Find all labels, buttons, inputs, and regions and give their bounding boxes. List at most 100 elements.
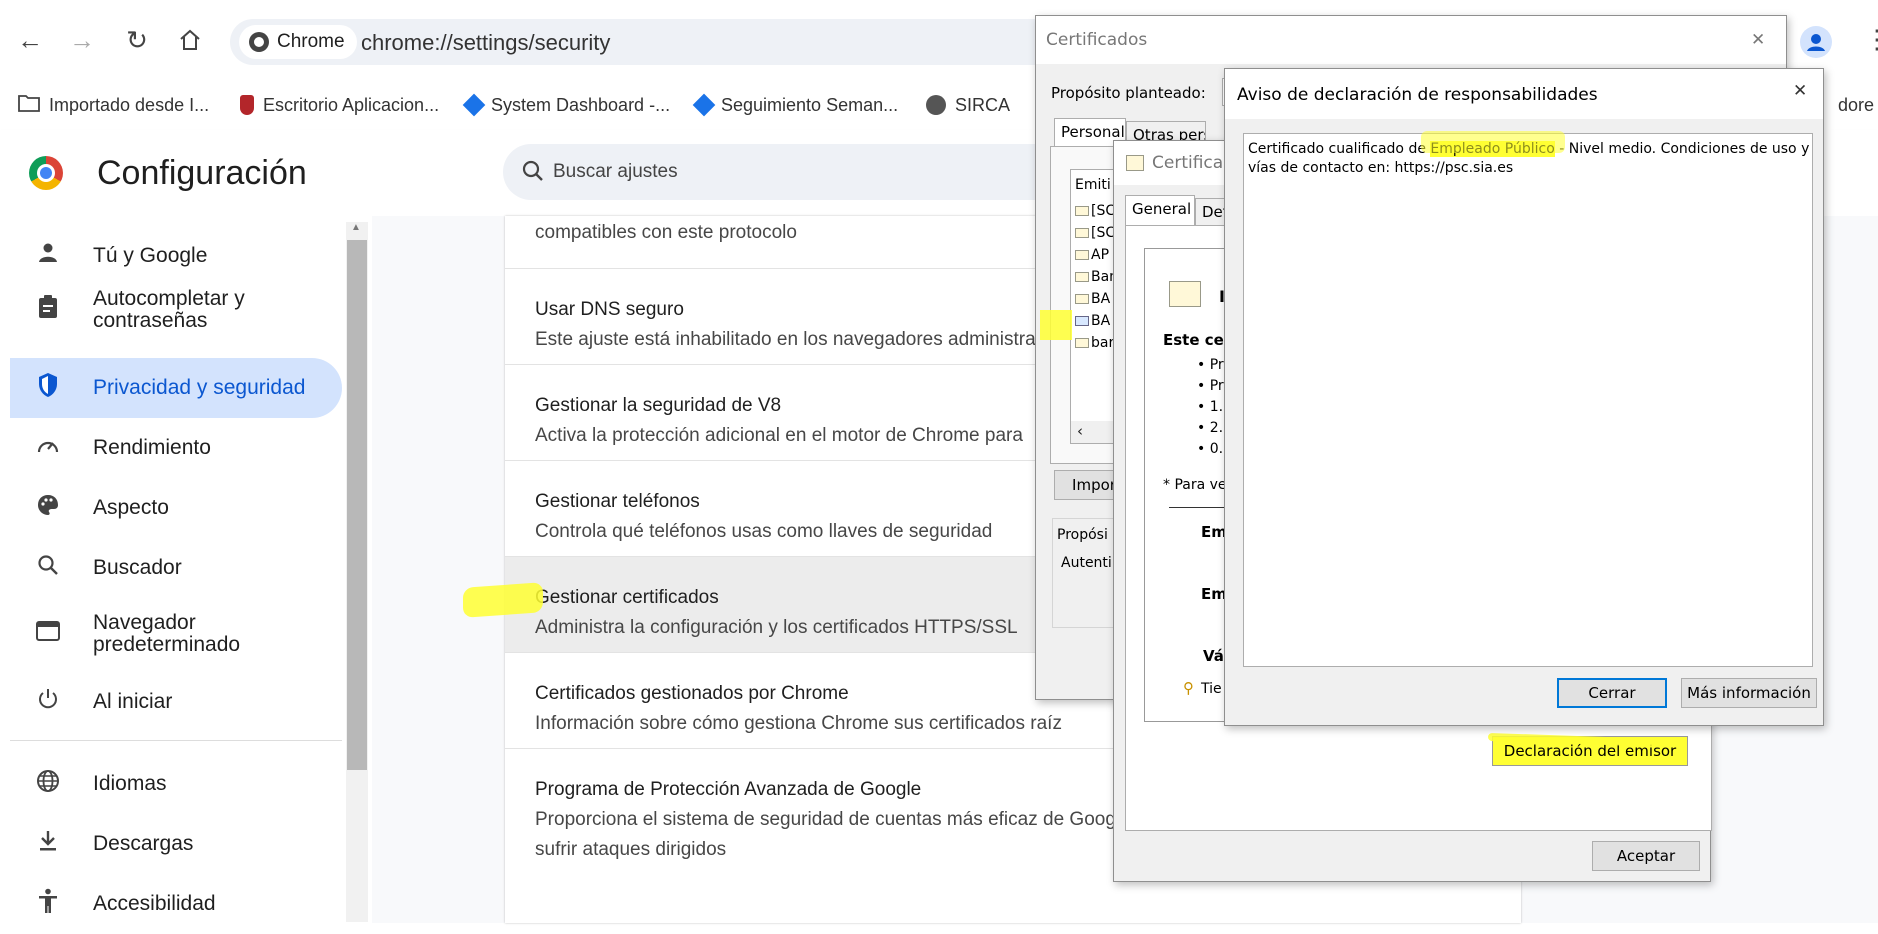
private-key-text: Tie [1201, 681, 1222, 697]
more-info-button[interactable]: Más información [1681, 678, 1817, 708]
row-description: Activa la protección adicional en el mot… [535, 425, 1023, 446]
row-title: Usar DNS seguro [535, 299, 684, 320]
search-placeholder: Buscar ajustes [553, 161, 678, 182]
purpose-label: Propósito planteado: [1051, 84, 1206, 102]
row-title: Certificados gestionados por Chrome [535, 683, 849, 704]
bookmark-label: Escritorio Aplicacion... [263, 94, 440, 115]
menu-icon[interactable]: ⋮ [1864, 24, 1878, 55]
close-icon[interactable]: ✕ [1793, 81, 1807, 101]
sidebar-item-label: Al iniciar [93, 690, 173, 713]
bookmark-item[interactable]: Seguimiento Seman... [692, 84, 899, 126]
sidebar-scrollbar-thumb[interactable] [347, 240, 367, 770]
bookmark-item[interactable]: Escritorio Aplicacion... [240, 84, 439, 126]
key-icon: ⚲ [1183, 679, 1194, 697]
certificate-icon [1075, 272, 1089, 282]
sidebar-item-label: Navegador predeterminado [93, 611, 241, 656]
crest-icon [240, 95, 254, 115]
diamond-icon [462, 93, 486, 117]
sidebar-item-privacy[interactable]: Privacidad y seguridad [10, 358, 342, 418]
sidebar-item-default-browser[interactable]: Navegador predeterminado [10, 598, 342, 670]
close-icon[interactable]: ✕ [1751, 30, 1765, 50]
sidebar-item-performance[interactable]: Rendimiento [10, 418, 342, 478]
sidebar-item-label: Descargas [93, 832, 194, 855]
certificate-icon [1075, 228, 1089, 238]
search-icon [521, 159, 545, 188]
row-description: Administra la configuración y los certif… [535, 617, 1018, 638]
accessibility-icon [34, 888, 62, 921]
tab-details[interactable]: Deta [1195, 198, 1225, 225]
bookmark-label: SIRCA [955, 94, 1011, 115]
sidebar-item-accessibility[interactable]: Accesibilidad [10, 874, 342, 934]
sidebar-item-appearance[interactable]: Aspecto [10, 478, 342, 538]
sidebar-item-languages[interactable]: Idiomas [10, 754, 342, 814]
search-icon [34, 554, 62, 583]
profile-avatar[interactable] [1800, 26, 1832, 58]
disclaimer-text-start: Certificado cualificado de [1248, 141, 1431, 157]
row-description: Controla qué teléfonos usas como llaves … [535, 521, 993, 542]
certificate-icon [1075, 206, 1089, 216]
page-title: Configuración [97, 154, 307, 192]
scroll-left-icon[interactable]: ‹ [1077, 422, 1083, 440]
certificate-icon [1126, 155, 1144, 171]
purpose-bullet: • Pr [1197, 378, 1224, 394]
ok-button[interactable]: Aceptar [1592, 841, 1700, 871]
diamond-icon [692, 93, 716, 117]
sidebar-item-on-startup[interactable]: Al iniciar [10, 672, 342, 732]
disclaimer-dialog: Aviso de declaración de responsabilidade… [1224, 68, 1824, 726]
sidebar-item-label: Rendimiento [93, 436, 211, 459]
dialog-titlebar: Certificados ✕ [1036, 16, 1786, 64]
sidebar-item-downloads[interactable]: Descargas [10, 814, 342, 874]
highlighter-mark [463, 582, 543, 618]
url-text[interactable]: chrome://settings/security [361, 30, 610, 56]
certificate-icon [1075, 294, 1089, 304]
reload-icon[interactable]: ↻ [119, 22, 155, 58]
highlighter-mark [1040, 310, 1072, 340]
purpose-bullet: • 1. [1197, 399, 1224, 415]
shield-icon [34, 372, 62, 405]
home-icon[interactable] [172, 22, 208, 58]
site-info-chip[interactable]: Chrome [239, 25, 357, 59]
close-button[interactable]: Cerrar [1557, 678, 1667, 708]
list-item-label: BA [1091, 291, 1111, 307]
certificate-large-icon [1169, 281, 1201, 307]
sidebar-item-label: Buscador [93, 556, 182, 579]
globe-icon [34, 769, 62, 800]
tab-general[interactable]: General [1125, 195, 1195, 225]
list-item-label: AP [1091, 247, 1110, 263]
back-icon[interactable]: ← [12, 22, 48, 58]
chrome-icon [249, 32, 269, 52]
bookmark-item[interactable]: System Dashboard -... [462, 84, 671, 126]
bookmark-item[interactable]: dore [1838, 84, 1874, 126]
list-item-label: bar [1091, 335, 1115, 351]
power-icon [34, 688, 62, 717]
row-title: Gestionar la seguridad de V8 [535, 395, 782, 416]
bookmark-label: System Dashboard -... [491, 94, 671, 115]
sidebar-item-search-engine[interactable]: Buscador [10, 538, 342, 598]
purpose-bullet: • 2. [1197, 420, 1224, 436]
certificate-note: * Para ve [1163, 477, 1227, 493]
forward-icon[interactable]: → [64, 22, 100, 58]
row-fragment-text: compatibles con este protocolo [535, 222, 797, 243]
gauge-icon [34, 434, 62, 462]
person-icon [34, 242, 62, 271]
bookmark-label: Importado desde I... [49, 94, 210, 115]
row-description: Información sobre cómo gestiona Chrome s… [535, 713, 1062, 734]
scroll-up-icon[interactable]: ▲ [351, 222, 361, 233]
disclaimer-text-box[interactable]: Certificado cualificado de Empleado Públ… [1243, 133, 1813, 667]
bookmark-folder[interactable]: Importado desde I... [18, 84, 209, 126]
purpose-bullet: • 0. [1197, 441, 1224, 457]
sidebar-item-autofill[interactable]: Autocompletar y contraseñas [10, 274, 342, 346]
sidebar-item-label: Autocompletar y contraseñas [93, 287, 245, 332]
certificate-purpose-intro: Este cer [1163, 331, 1232, 349]
bookmark-label: Seguimiento Seman... [721, 94, 899, 115]
sidebar-item-label: Privacidad y seguridad [93, 376, 306, 399]
bookmark-item[interactable]: SIRCA [926, 84, 1010, 126]
sidebar-item-label: Aspecto [93, 496, 169, 519]
certificate-icon [1075, 250, 1089, 260]
row-description: Este ajuste está inhabilitado en los nav… [535, 329, 1036, 350]
purpose-box-label: Propósi [1057, 527, 1108, 543]
sidebar-divider [10, 740, 342, 741]
list-item-label: [SC [1091, 203, 1116, 219]
row-description-continued: sufrir ataques dirigidos [535, 839, 727, 860]
download-icon [34, 830, 62, 859]
